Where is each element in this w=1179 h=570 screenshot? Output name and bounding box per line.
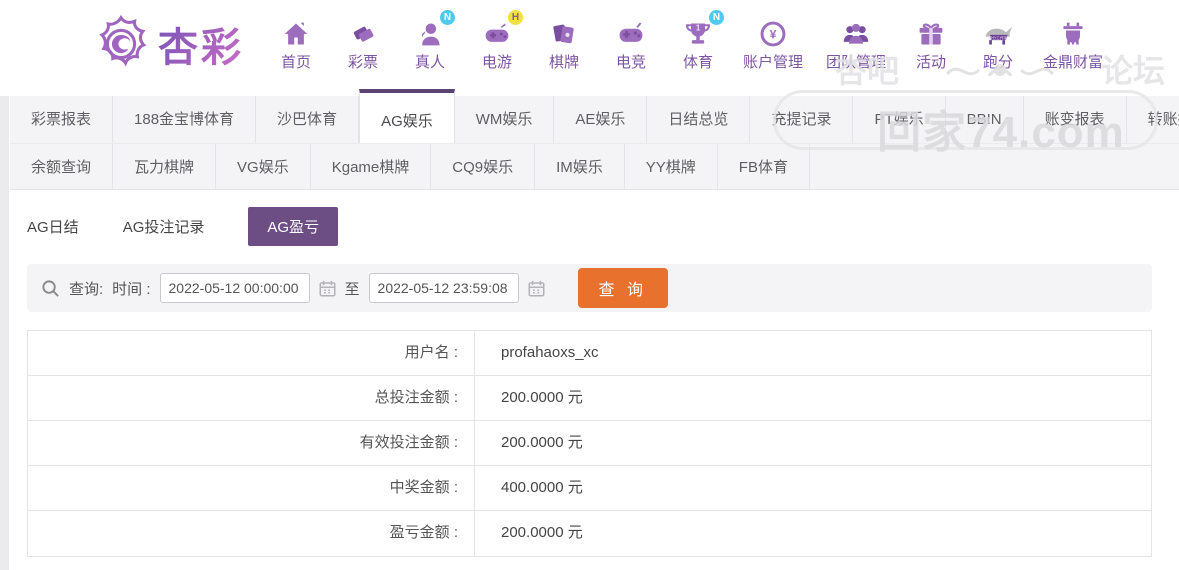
lottery-ticket-icon [349, 16, 377, 48]
calendar-icon[interactable] [319, 280, 336, 297]
tab-daily-summary[interactable]: 日结总览 [647, 96, 751, 143]
tab-bbin[interactable]: BBIN [946, 96, 1024, 143]
egames-gamepad-icon: H [482, 10, 523, 48]
tab-vg[interactable]: VG娱乐 [216, 144, 311, 189]
tab-transfer-report[interactable]: 转账报表 [1127, 96, 1179, 143]
row-label: 中奖金额 : [28, 466, 475, 510]
nav-live[interactable]: N 真人 [408, 10, 455, 72]
date-from-input[interactable] [159, 273, 310, 303]
live-person-icon: N [416, 10, 455, 48]
activity-gift-icon [917, 16, 945, 48]
esports-gamepad-icon [616, 16, 646, 48]
wealth-ding-icon [1059, 16, 1087, 48]
row-value: 200.0000 元 [501, 434, 583, 451]
tab-188-sports[interactable]: 188金宝博体育 [113, 96, 257, 143]
header: 杏彩 首页 彩票 N 真人 H 电游 棋牌 电竞 1 N 体育 ¥ 账户管理 团… [0, 0, 1179, 157]
account-yuan-icon: ¥ [759, 16, 787, 48]
new-badge: N [440, 10, 455, 25]
query-submit-button[interactable]: 查 询 [577, 268, 668, 308]
nav-lottery[interactable]: 彩票 [341, 16, 385, 72]
tab-ae[interactable]: AE娱乐 [554, 96, 648, 143]
calendar-icon[interactable] [528, 280, 545, 297]
nav-paofen[interactable]: 跑分工作室 跑分 [976, 16, 1020, 72]
watermark-right-text: 论坛 [1100, 53, 1165, 89]
tab-fb-sports[interactable]: FB体育 [718, 144, 810, 189]
cards-icon [550, 16, 578, 48]
tab-cq9[interactable]: CQ9娱乐 [431, 144, 536, 189]
subtab-ag-profit[interactable]: AG盈亏 [248, 207, 339, 246]
brand-name: 杏彩 [158, 15, 244, 73]
brand-logo: 杏彩 [92, 15, 244, 73]
table-row-total-bet: 总投注金额 : 200.0000 元 [28, 376, 1151, 421]
nav-wealth[interactable]: 金鼎财富 [1043, 16, 1103, 72]
table-row-win-amount: 中奖金额 : 400.0000 元 [28, 466, 1151, 511]
tab-pt[interactable]: PT娱乐 [853, 96, 946, 143]
row-label: 用户名 : [28, 331, 475, 375]
tab-kgame[interactable]: Kgame棋牌 [311, 144, 432, 189]
tab-lottery-report[interactable]: 彩票报表 [10, 96, 114, 143]
tab-wali-cards[interactable]: 瓦力棋牌 [113, 144, 217, 189]
nav-egames[interactable]: H 电游 [475, 10, 523, 72]
tab-im[interactable]: IM娱乐 [535, 144, 625, 189]
query-bar: 查询: 时间 : 至 查 询 [27, 264, 1152, 312]
tab-ag-entertainment[interactable]: AG娱乐 [359, 89, 455, 143]
row-label: 总投注金额 : [28, 376, 475, 420]
home-icon [282, 16, 310, 48]
svg-text:¥: ¥ [770, 27, 777, 41]
nav-home[interactable]: 首页 [274, 16, 318, 72]
time-label: 时间 : [112, 280, 151, 298]
nav-team-mgmt[interactable]: 团队管理 [826, 16, 886, 72]
main-nav: 首页 彩票 N 真人 H 电游 棋牌 电竞 1 N 体育 ¥ 账户管理 团队管理… [274, 10, 1103, 72]
table-row-username: 用户名 : profahaoxs_xc [28, 331, 1151, 376]
lotus-badge-icon [99, 15, 147, 67]
hot-badge: H [508, 10, 523, 25]
nav-sports[interactable]: 1 N 体育 [676, 10, 724, 72]
search-icon [42, 279, 59, 297]
subtab-ag-bet-records[interactable]: AG投注记录 [123, 216, 205, 237]
ag-subtabs: AG日结 AG投注记录 AG盈亏 [0, 190, 1179, 258]
tab-yy-cards[interactable]: YY棋牌 [625, 144, 718, 189]
tab-balance-query[interactable]: 余额查询 [10, 144, 114, 189]
tab-wm[interactable]: WM娱乐 [455, 96, 555, 143]
tab-deposit-withdraw[interactable]: 充提记录 [750, 96, 854, 143]
table-row-profit-amount: 盈亏金额 : 200.0000 元 [28, 511, 1151, 556]
row-label: 盈亏金额 : [28, 511, 475, 556]
row-value: 200.0000 元 [501, 524, 583, 541]
subtab-ag-daily[interactable]: AG日结 [27, 216, 79, 237]
svg-text:跑分工作室: 跑分工作室 [988, 35, 1008, 40]
table-row-valid-bet: 有效投注金额 : 200.0000 元 [28, 421, 1151, 466]
row-value: profahaoxs_xc [501, 344, 599, 361]
left-gutter [0, 96, 9, 570]
paofen-rhino-icon: 跑分工作室 [981, 16, 1015, 48]
to-label: 至 [344, 280, 360, 298]
row-label: 有效投注金额 : [28, 421, 475, 465]
nav-account-mgmt[interactable]: ¥ 账户管理 [743, 16, 803, 72]
report-tabs: 彩票报表 188金宝博体育 沙巴体育 AG娱乐 WM娱乐 AE娱乐 日结总览 充… [10, 89, 1179, 190]
team-people-icon [841, 16, 871, 48]
new-badge: N [709, 10, 724, 25]
query-label: 查询: [69, 280, 104, 298]
svg-text:1: 1 [696, 24, 701, 33]
nav-esports[interactable]: 电竞 [609, 16, 653, 72]
row-value: 400.0000 元 [501, 479, 583, 496]
date-to-input[interactable] [368, 273, 519, 303]
sports-trophy-icon: 1 N [683, 10, 724, 48]
ag-profit-table: 用户名 : profahaoxs_xc 总投注金额 : 200.0000 元 有… [27, 330, 1152, 557]
nav-activity[interactable]: 活动 [909, 16, 953, 72]
tab-account-change[interactable]: 账变报表 [1024, 96, 1127, 143]
tab-shaba-sports[interactable]: 沙巴体育 [256, 96, 360, 143]
row-value: 200.0000 元 [501, 389, 583, 406]
nav-cards[interactable]: 棋牌 [542, 16, 586, 72]
